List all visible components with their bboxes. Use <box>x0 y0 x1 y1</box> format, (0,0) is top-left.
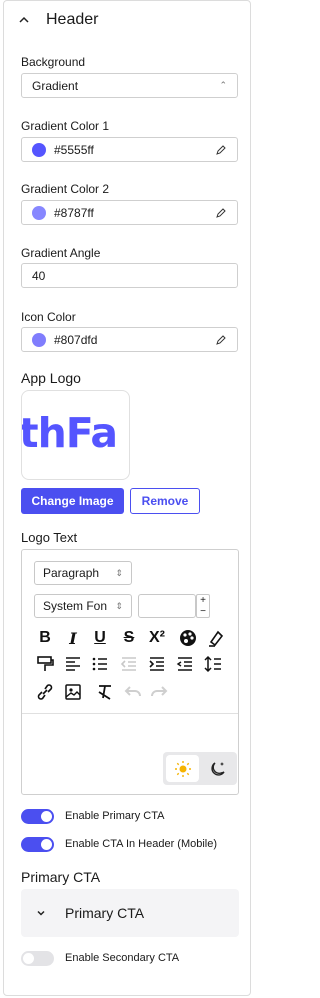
bold-icon[interactable]: B <box>32 626 58 650</box>
change-image-button[interactable]: Change Image <box>21 488 124 514</box>
font-size-input[interactable] <box>138 594 196 618</box>
remove-button[interactable]: Remove <box>130 488 200 514</box>
updown-chevron-icon: ⇕ <box>115 600 123 611</box>
app-logo-preview: thFa <box>21 390 130 480</box>
indent-icon[interactable] <box>144 652 170 676</box>
dark-mode-icon[interactable] <box>201 755 234 782</box>
gradient-angle-input[interactable]: 40 <box>21 263 238 288</box>
strikethrough-icon[interactable]: S <box>116 626 142 650</box>
format-painter-icon[interactable] <box>32 652 58 676</box>
rtl-icon[interactable] <box>172 652 198 676</box>
clear-format-icon[interactable] <box>92 680 118 704</box>
undo-icon[interactable] <box>120 680 146 704</box>
enable-primary-cta-label: Enable Primary CTA <box>65 810 165 822</box>
plus-icon[interactable]: + <box>197 595 209 606</box>
gradient-color-2-label: Gradient Color 2 <box>21 182 110 196</box>
gradient-color-2-swatch[interactable] <box>32 205 46 220</box>
section-title: Header <box>46 11 99 28</box>
enable-secondary-cta-label: Enable Secondary CTA <box>65 952 180 964</box>
block-format-select[interactable]: Paragraph ⇕ <box>34 561 132 585</box>
chevron-down-icon <box>37 910 45 916</box>
redo-icon[interactable] <box>146 680 172 704</box>
header-settings-panel: Header Background Gradient ⌃ Gradient Co… <box>3 0 251 996</box>
rich-text-editor: Paragraph ⇕ System Fon ⇕ + − B I U S X² <box>21 549 239 795</box>
link-icon[interactable] <box>32 680 58 704</box>
logo-text-label: Logo Text <box>21 530 78 545</box>
background-value: Gradient <box>32 78 79 93</box>
pencil-icon[interactable] <box>215 334 227 346</box>
gradient-color-1-field[interactable]: #5555ff <box>21 137 238 162</box>
enable-secondary-cta-toggle[interactable] <box>21 951 54 966</box>
font-size-stepper[interactable]: + − <box>196 594 210 618</box>
updown-chevron-icon: ⇕ <box>115 567 123 578</box>
pencil-icon[interactable] <box>215 207 227 219</box>
updown-chevron-icon: ⌃ <box>219 80 227 90</box>
highlight-icon[interactable] <box>203 626 229 650</box>
italic-icon[interactable]: I <box>60 626 86 650</box>
superscript-icon[interactable]: X² <box>144 626 170 650</box>
section-header[interactable]: Header <box>18 11 98 29</box>
gradient-color-1-value: #5555ff <box>54 142 94 157</box>
image-icon[interactable] <box>60 680 86 704</box>
bullet-list-icon[interactable] <box>87 652 113 676</box>
font-family-select[interactable]: System Fon ⇕ <box>34 594 132 618</box>
icon-color-field[interactable]: #807dfd <box>21 327 238 352</box>
primary-cta-heading: Primary CTA <box>21 869 101 885</box>
icon-color-label: Icon Color <box>21 310 76 324</box>
pencil-icon[interactable] <box>215 144 227 156</box>
gradient-color-1-label: Gradient Color 1 <box>21 119 110 133</box>
theme-switch[interactable] <box>163 752 237 785</box>
chevron-up-icon <box>19 16 29 23</box>
gradient-color-1-swatch[interactable] <box>32 142 46 157</box>
block-format-value: Paragraph <box>43 566 100 580</box>
gradient-angle-value: 40 <box>32 268 46 283</box>
enable-cta-in-header-label: Enable CTA In Header (Mobile) <box>65 838 218 850</box>
icon-color-swatch[interactable] <box>32 332 46 347</box>
gradient-color-2-value: #8787ff <box>54 205 94 220</box>
primary-cta-accordion-title: Primary CTA <box>65 905 145 921</box>
enable-primary-cta-toggle[interactable] <box>21 809 54 824</box>
gradient-color-2-field[interactable]: #8787ff <box>21 200 238 225</box>
line-height-icon[interactable] <box>200 652 226 676</box>
text-color-icon[interactable] <box>175 626 201 650</box>
background-label: Background <box>21 55 86 69</box>
outdent-icon[interactable] <box>116 652 142 676</box>
app-logo-label: App Logo <box>21 370 81 386</box>
underline-icon[interactable]: U <box>87 626 113 650</box>
background-select[interactable]: Gradient ⌃ <box>21 73 238 98</box>
gradient-angle-label: Gradient Angle <box>21 246 101 260</box>
app-logo-image: thFa <box>21 409 118 457</box>
light-mode-icon[interactable] <box>166 755 199 782</box>
minus-icon[interactable]: − <box>197 606 209 617</box>
icon-color-value: #807dfd <box>54 332 98 347</box>
font-family-value: System Fon <box>43 599 108 613</box>
primary-cta-accordion[interactable]: Primary CTA <box>21 889 239 937</box>
enable-cta-in-header-toggle[interactable] <box>21 837 54 852</box>
align-left-icon[interactable] <box>60 652 86 676</box>
